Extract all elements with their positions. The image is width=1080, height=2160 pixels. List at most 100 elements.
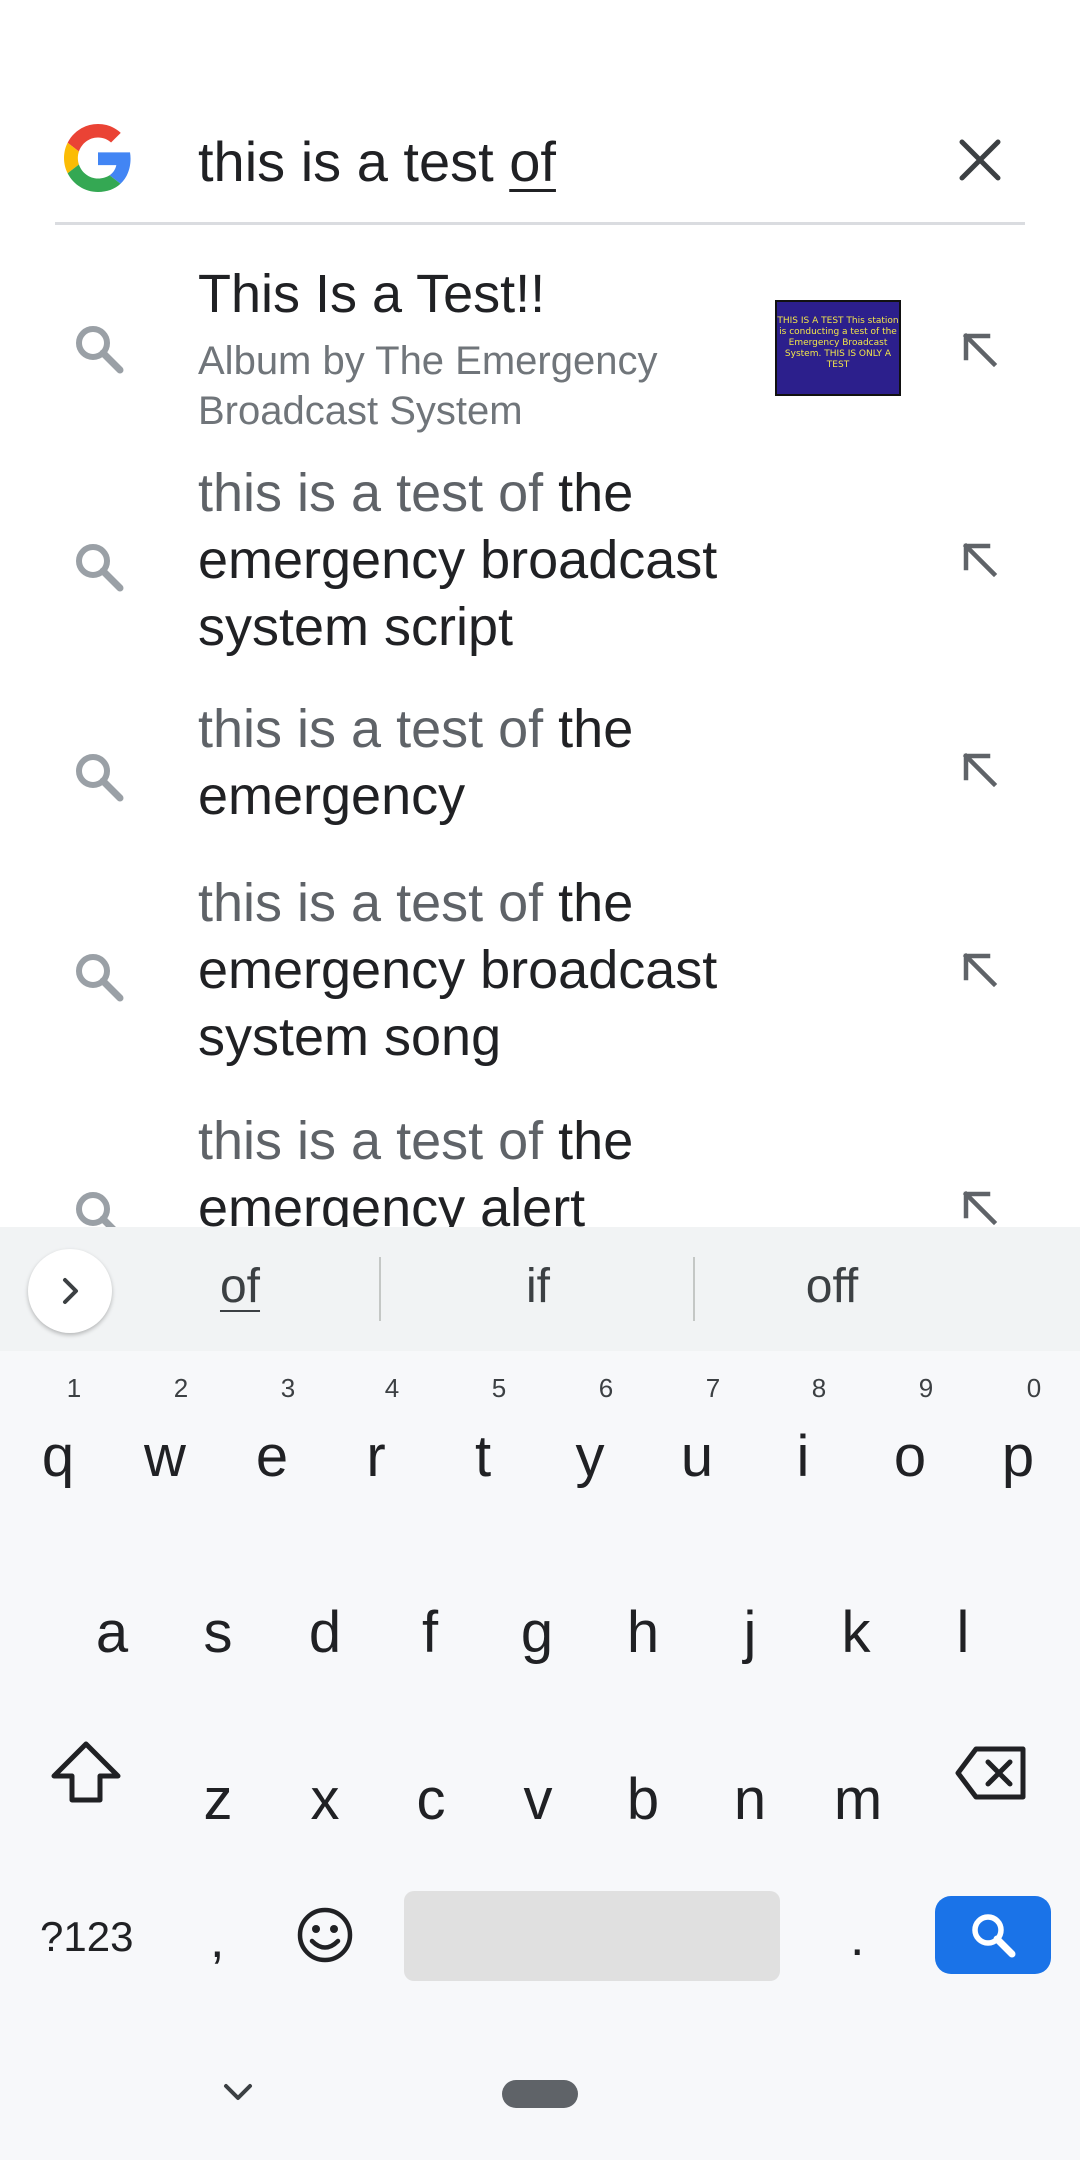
word-suggestion[interactable]: of — [180, 1257, 300, 1317]
key-q[interactable]: 1q — [8, 1373, 108, 1523]
strip-divider — [379, 1257, 381, 1321]
comma-key[interactable]: , — [210, 1910, 224, 1970]
key-letter: m — [833, 1767, 883, 1832]
shift-icon[interactable] — [48, 1738, 124, 1808]
symbols-key[interactable]: ?123 — [40, 1912, 133, 1962]
suggestion-prefix: this is a test of — [198, 463, 544, 523]
key-a[interactable]: a — [62, 1555, 162, 1705]
suggestion-item[interactable]: this is a test of the emergency broadcas… — [0, 850, 1080, 1088]
close-icon[interactable] — [952, 132, 1008, 188]
key-t[interactable]: 5t — [433, 1373, 533, 1523]
search-bar: this is a test of — [0, 100, 1080, 224]
key-c[interactable]: c — [381, 1722, 481, 1872]
search-icon — [76, 754, 124, 802]
key-digit: 5 — [491, 1373, 507, 1403]
suggestion-title: This Is a Test!! — [198, 264, 546, 324]
key-letter: r — [366, 1424, 386, 1489]
expand-toolbar-button[interactable] — [28, 1249, 112, 1333]
key-b[interactable]: b — [593, 1722, 693, 1872]
key-letter: s — [203, 1600, 233, 1665]
suggestion-item[interactable]: this is a test of the emergency broadcas… — [0, 440, 1080, 678]
key-digit: 7 — [705, 1373, 721, 1403]
search-divider — [55, 222, 1025, 225]
suggestion-item-album[interactable]: This Is a Test!! Album by The Emergency … — [0, 228, 1080, 440]
key-letter: b — [626, 1767, 660, 1832]
key-l[interactable]: l — [913, 1555, 1013, 1705]
arrow-up-left-icon[interactable] — [958, 748, 1002, 792]
arrow-up-left-icon[interactable] — [958, 1186, 1002, 1227]
suggestion-text: this is a test of the emergency broadcas… — [198, 870, 758, 1071]
arrow-up-left-icon[interactable] — [958, 538, 1002, 582]
key-letter: w — [144, 1424, 186, 1489]
key-letter: j — [743, 1600, 757, 1665]
word-suggestion[interactable]: if — [478, 1257, 598, 1317]
key-letter: t — [474, 1424, 492, 1489]
google-g-icon — [64, 124, 131, 192]
suggestion-text: this is a test of the emergency alert sy… — [198, 1108, 758, 1227]
key-digit: 9 — [918, 1373, 934, 1403]
key-letter: p — [1001, 1424, 1035, 1489]
chevron-down-icon[interactable] — [220, 2078, 256, 2106]
album-thumbnail: THIS IS A TEST This station is conductin… — [775, 300, 901, 396]
key-j[interactable]: j — [700, 1555, 800, 1705]
key-digit: 3 — [280, 1373, 296, 1403]
key-y[interactable]: 6y — [540, 1373, 640, 1523]
suggestion-list: This Is a Test!! Album by The Emergency … — [0, 228, 1080, 1227]
suggestion-subtitle: Album by The Emergency Broadcast System — [198, 339, 658, 433]
key-digit: 1 — [66, 1373, 82, 1403]
chevron-right-icon — [63, 1278, 78, 1304]
suggestion-prefix: this is a test of — [198, 873, 544, 933]
key-letter: u — [680, 1424, 714, 1489]
key-m[interactable]: m — [808, 1722, 908, 1872]
key-e[interactable]: 3e — [222, 1373, 322, 1523]
space-key[interactable] — [404, 1891, 780, 1981]
key-u[interactable]: 7u — [647, 1373, 747, 1523]
key-digit: 0 — [1026, 1373, 1042, 1403]
key-h[interactable]: h — [593, 1555, 693, 1705]
suggestion-item[interactable]: this is a test of the emergency — [0, 678, 1080, 850]
arrow-up-left-icon[interactable] — [958, 328, 1002, 372]
key-d[interactable]: d — [275, 1555, 375, 1705]
key-v[interactable]: v — [488, 1722, 588, 1872]
key-g[interactable]: g — [487, 1555, 587, 1705]
arrow-up-left-icon[interactable] — [958, 948, 1002, 992]
period-key[interactable]: . — [850, 1908, 864, 1968]
key-n[interactable]: n — [700, 1722, 800, 1872]
key-z[interactable]: z — [168, 1722, 268, 1872]
key-x[interactable]: x — [275, 1722, 375, 1872]
query-composing-text: of — [509, 130, 556, 193]
strip-divider — [693, 1257, 695, 1321]
key-p[interactable]: 0p — [968, 1373, 1068, 1523]
suggestion-text: this is a test of the emergency — [198, 696, 758, 830]
gesture-nav-handle[interactable] — [502, 2080, 578, 2108]
key-s[interactable]: s — [168, 1555, 268, 1705]
key-letter: z — [203, 1767, 233, 1832]
key-o[interactable]: 9o — [860, 1373, 960, 1523]
search-icon — [76, 954, 124, 1002]
search-icon — [972, 1914, 1016, 1958]
key-letter: v — [523, 1767, 553, 1832]
suggestion-prefix: this is a test of — [198, 699, 544, 759]
key-digit: 2 — [173, 1373, 189, 1403]
search-icon — [76, 1192, 116, 1227]
keyboard-suggestion-strip: of if off — [0, 1227, 1080, 1351]
key-letter: n — [733, 1767, 767, 1832]
key-letter: c — [416, 1767, 446, 1832]
key-r[interactable]: 4r — [326, 1373, 426, 1523]
backspace-icon[interactable] — [954, 1744, 1028, 1802]
suggestion-prefix: this is a test of — [198, 1111, 544, 1171]
key-digit: 4 — [384, 1373, 400, 1403]
key-f[interactable]: f — [380, 1555, 480, 1705]
search-input[interactable]: this is a test of — [198, 128, 556, 196]
key-w[interactable]: 2w — [115, 1373, 215, 1523]
key-i[interactable]: 8i — [753, 1373, 853, 1523]
key-letter: a — [95, 1600, 129, 1665]
search-key[interactable] — [935, 1896, 1051, 1974]
key-letter: x — [310, 1767, 340, 1832]
key-k[interactable]: k — [806, 1555, 906, 1705]
emoji-icon[interactable] — [296, 1906, 354, 1964]
key-digit: 6 — [598, 1373, 614, 1403]
search-icon — [76, 544, 124, 592]
word-suggestion[interactable]: off — [772, 1257, 892, 1317]
suggestion-item[interactable]: this is a test of the emergency alert sy… — [0, 1088, 1080, 1227]
